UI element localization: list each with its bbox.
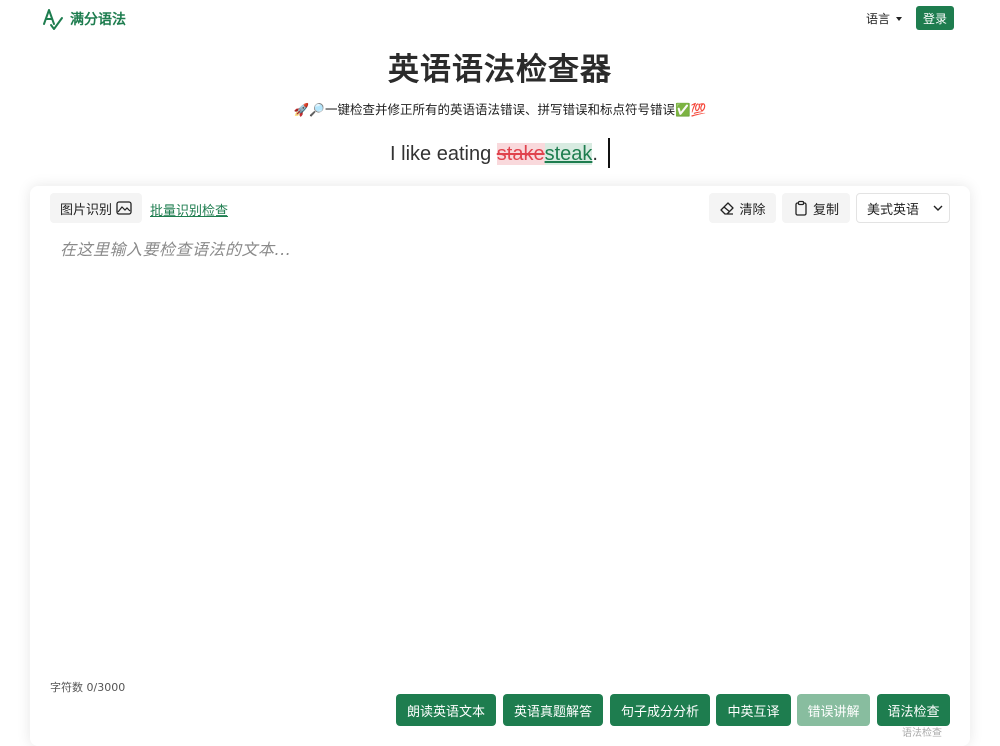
sentence-analysis-button[interactable]: 句子成分分析 (610, 694, 710, 726)
dialect-value: 美式英语 (867, 202, 920, 218)
image-icon (116, 201, 132, 215)
caret-down-icon (896, 16, 903, 21)
grammar-check-button[interactable]: 语法检查 (877, 694, 950, 726)
text-editor[interactable]: 在这里输入要检查语法的文本... (60, 236, 940, 656)
clipboard-icon (795, 200, 807, 216)
top-header: 满分语法 语言 登录 (0, 0, 1000, 36)
eraser-icon (720, 202, 735, 215)
text-cursor (607, 138, 610, 168)
page-subtitle: 🚀🔎一键检查并修正所有的英语语法错误、拼写错误和标点符号错误✅💯 (293, 102, 707, 117)
demo-wrong-word: stake (496, 143, 545, 165)
language-label: 语言 (866, 12, 891, 26)
login-button[interactable]: 登录 (916, 6, 954, 30)
copy-label: 复制 (812, 202, 839, 218)
image-ocr-button[interactable]: 图片识别 (50, 193, 142, 223)
batch-check-link[interactable]: 批量识别检查 (150, 200, 228, 219)
logo-text: 满分语法 (70, 12, 126, 28)
read-aloud-button[interactable]: 朗读英语文本 (396, 694, 496, 726)
char-count: 字符数 0/3000 (50, 681, 126, 694)
demo-sentence: I like eating stakesteak. (0, 138, 1000, 168)
chevron-down-icon (933, 205, 943, 211)
language-dropdown[interactable]: 语言 (866, 10, 903, 27)
exam-answers-button[interactable]: 英语真题解答 (503, 694, 603, 726)
clear-button[interactable]: 清除 (709, 193, 776, 223)
clear-label: 清除 (739, 202, 766, 218)
editor-placeholder: 在这里输入要检查语法的文本... (60, 240, 292, 259)
copy-button[interactable]: 复制 (782, 193, 850, 223)
editor-panel: 图片识别 批量识别检查 清除 复制 美式英语 在这里输入要检查语法的文本... … (30, 186, 970, 746)
logo-icon (43, 9, 63, 30)
error-explain-button[interactable]: 错误讲解 (797, 694, 870, 726)
image-ocr-label: 图片识别 (59, 202, 112, 218)
translate-button[interactable]: 中英互译 (716, 694, 791, 726)
dialect-select[interactable]: 美式英语 (856, 193, 950, 223)
page-title: 英语语法检查器 (388, 52, 612, 88)
demo-prefix: I like eating (390, 143, 497, 165)
site-logo[interactable]: 满分语法 (42, 6, 126, 32)
demo-suffix: . (592, 143, 598, 165)
demo-correct-word: steak (544, 143, 593, 165)
